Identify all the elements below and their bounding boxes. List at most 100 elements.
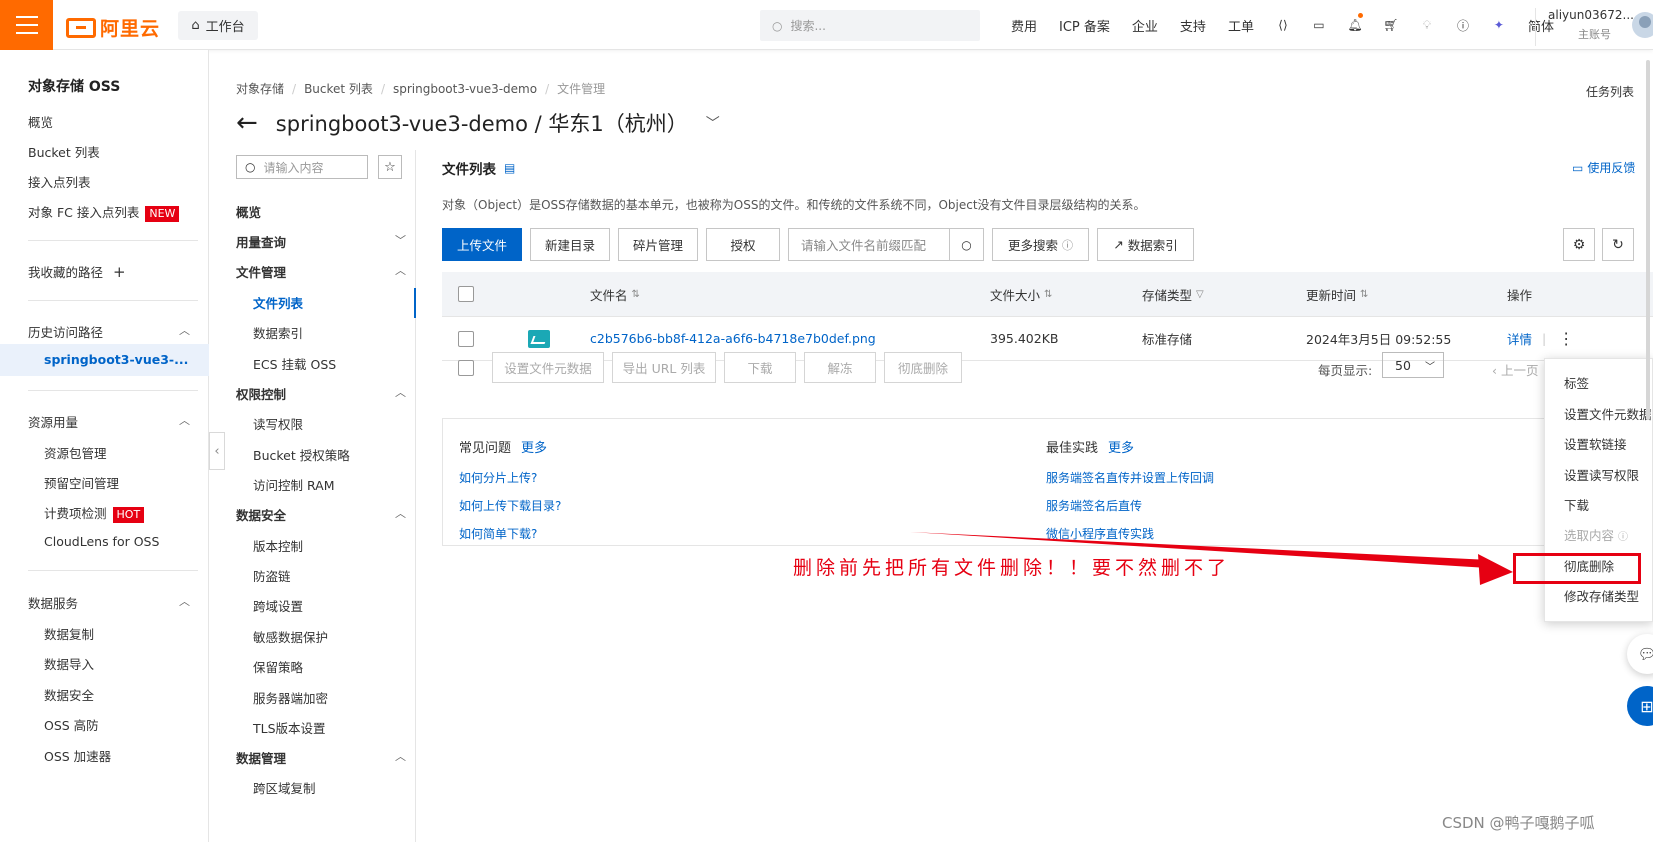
sidebar-item-overview[interactable]: 概览 <box>28 112 53 131</box>
bucket-nav-retention[interactable]: 保留策略 <box>253 657 303 676</box>
bucket-nav-data-index[interactable]: 数据索引 <box>253 323 303 342</box>
menu-icon[interactable] <box>0 0 53 50</box>
bucket-nav-encryption[interactable]: 服务器端加密 <box>253 688 328 707</box>
settings-icon[interactable]: ⚙ <box>1563 228 1595 261</box>
bucket-nav-rw-perm[interactable]: 读写权限 <box>253 414 303 433</box>
breadcrumb-item[interactable]: 对象存储 <box>236 80 284 97</box>
bucket-nav-hotlink[interactable]: 防盗链 <box>253 566 291 585</box>
prev-page-button[interactable]: ‹ 上一页 <box>1492 360 1539 379</box>
star-icon[interactable]: ☆ <box>378 155 402 179</box>
authorize-button[interactable]: 授权 <box>706 228 780 261</box>
bucket-nav-tls[interactable]: TLS版本设置 <box>253 718 326 737</box>
bulk-export-url-button[interactable]: 导出 URL 列表 <box>612 352 716 383</box>
menu-item-change-storage[interactable]: 修改存储类型 <box>1564 586 1639 605</box>
best-practice-link[interactable]: 服务端签名后直传 <box>1046 497 1142 514</box>
header-size[interactable]: 文件大小 ⇅ <box>990 272 1052 316</box>
new-directory-button[interactable]: 新建目录 <box>530 228 610 261</box>
back-arrow-icon[interactable]: ← <box>236 110 258 136</box>
select-all-checkbox[interactable] <box>458 272 474 316</box>
per-page-select[interactable]: 50 ﹀ <box>1382 352 1444 378</box>
chevron-down-icon[interactable]: ﹀ <box>706 113 720 133</box>
bucket-nav-file-list[interactable]: 文件列表 <box>253 293 303 312</box>
plus-icon[interactable]: + <box>113 263 126 281</box>
sidebar-item-oss-ddos[interactable]: OSS 高防 <box>44 715 99 734</box>
sidebar-item-access-points[interactable]: 接入点列表 <box>28 172 91 191</box>
sidebar-item-packages[interactable]: 资源包管理 <box>44 443 107 462</box>
bucket-nav-versioning[interactable]: 版本控制 <box>253 536 303 555</box>
sidebar-collapse-button[interactable]: ‹ <box>209 432 225 470</box>
code-icon[interactable]: ⟨⟩ <box>1265 0 1301 50</box>
bucket-nav-cors[interactable]: 跨域设置 <box>253 596 303 615</box>
bell-icon[interactable]: 🔔︎ <box>1337 0 1373 50</box>
bucket-nav-file-mgmt[interactable]: 文件管理 ︿ <box>236 262 406 281</box>
bulk-select-checkbox[interactable] <box>458 352 474 383</box>
bucket-nav-search-input[interactable]: ○ 请输入内容 <box>236 155 368 179</box>
breadcrumb-item[interactable]: Bucket 列表 <box>304 80 373 97</box>
bucket-nav-ecs-mount[interactable]: ECS 挂载 OSS <box>253 354 336 373</box>
best-practice-more-link[interactable]: 更多 <box>1108 441 1134 456</box>
bulb-icon[interactable]: 💡︎ <box>1409 0 1445 50</box>
help-icon[interactable]: ⓘ <box>1445 0 1481 50</box>
aliyun-logo[interactable]: 阿里云 <box>66 14 160 41</box>
sidebar-item-data-security[interactable]: 数据安全 <box>44 685 94 704</box>
data-index-button[interactable]: ↗ 数据索引 <box>1097 228 1194 261</box>
top-link-fees[interactable]: 费用 <box>1000 16 1048 35</box>
faq-link[interactable]: 如何简单下载? <box>459 525 537 542</box>
sidebar-section-resources[interactable]: 资源用量 ︿ <box>28 412 190 431</box>
breadcrumb-item[interactable]: springboot3-vue3-demo <box>393 82 537 96</box>
bucket-nav-security[interactable]: 数据安全 ︿ <box>236 505 406 524</box>
sidebar-item-billing-check[interactable]: 计费项检测 HOT <box>44 503 145 523</box>
more-vertical-icon[interactable]: ⋮ <box>1558 329 1574 348</box>
menu-item-acl[interactable]: 设置读写权限 <box>1564 465 1639 484</box>
sidebar-item-fc-access-points[interactable]: 对象 FC 接入点列表 NEW <box>28 202 180 222</box>
terminal-icon[interactable]: ▭ <box>1301 0 1337 50</box>
menu-item-download[interactable]: 下载 <box>1564 495 1589 514</box>
top-link-support[interactable]: 支持 <box>1169 16 1217 35</box>
sidebar-item-data-import[interactable]: 数据导入 <box>44 654 94 673</box>
global-search-input[interactable]: ○ 搜索... <box>760 10 980 41</box>
bulk-set-metadata-button[interactable]: 设置文件元数据 <box>492 352 604 383</box>
sidebar-section-data-services[interactable]: 数据服务 ︿ <box>28 593 190 612</box>
bulk-download-button[interactable]: 下载 <box>724 352 796 383</box>
sidebar-item-bucket-list[interactable]: Bucket 列表 <box>28 142 100 161</box>
menu-item-tags[interactable]: 标签 <box>1564 373 1589 392</box>
scrollbar[interactable] <box>1646 60 1650 420</box>
header-updated[interactable]: 更新时间 ⇅ <box>1306 272 1368 316</box>
faq-more-link[interactable]: 更多 <box>521 441 547 456</box>
menu-item-symlink[interactable]: 设置软链接 <box>1564 434 1627 453</box>
bucket-nav-overview[interactable]: 概览 <box>236 202 406 221</box>
more-search-button[interactable]: 更多搜索 ⓘ <box>992 228 1089 261</box>
bulk-delete-button[interactable]: 彻底删除 <box>884 352 962 383</box>
top-link-icp[interactable]: ICP 备案 <box>1048 16 1121 35</box>
bucket-nav-bucket-policy[interactable]: Bucket 授权策略 <box>253 445 350 464</box>
details-link[interactable]: 详情 <box>1507 329 1532 348</box>
upload-button[interactable]: 上传文件 <box>442 228 522 261</box>
header-storage-type[interactable]: 存储类型 ▽ <box>1142 272 1204 316</box>
top-link-ticket[interactable]: 工单 <box>1217 16 1265 35</box>
best-practice-link[interactable]: 微信小程序直传实践 <box>1046 525 1154 542</box>
sidebar-item-oss-accelerator[interactable]: OSS 加速器 <box>44 746 111 765</box>
sidebar-item-reserved[interactable]: 预留空间管理 <box>44 473 119 492</box>
bucket-nav-permissions[interactable]: 权限控制 ︿ <box>236 384 406 403</box>
prefix-filter-input[interactable]: 请输入文件名前缀匹配 ○ <box>788 228 984 261</box>
feedback-link[interactable]: ▭ 使用反馈 <box>1572 159 1635 176</box>
workbench-button[interactable]: ⌂ 工作台 <box>178 11 258 40</box>
header-filename[interactable]: 文件名 ⇅ <box>590 272 640 316</box>
sidebar-item-cloudlens[interactable]: CloudLens for OSS <box>44 534 159 549</box>
bucket-nav-sensitive-data[interactable]: 敏感数据保护 <box>253 627 328 646</box>
assistant-icon[interactable]: ✦ <box>1481 0 1517 50</box>
faq-link[interactable]: 如何分片上传? <box>459 469 537 486</box>
bucket-nav-usage[interactable]: 用量查询 ﹀ <box>236 232 406 251</box>
sidebar-section-history[interactable]: 历史访问路径 ︿ <box>28 322 190 341</box>
bucket-nav-crr[interactable]: 跨区域复制 <box>253 778 316 797</box>
faq-link[interactable]: 如何上传下载目录? <box>459 497 561 514</box>
sidebar-item-data-replication[interactable]: 数据复制 <box>44 624 94 643</box>
bulk-restore-button[interactable]: 解冻 <box>804 352 876 383</box>
doc-icon[interactable]: ▤ <box>504 161 515 175</box>
refresh-icon[interactable]: ↻ <box>1602 228 1634 261</box>
avatar[interactable] <box>1632 12 1653 38</box>
task-list-link[interactable]: 任务列表 <box>1586 83 1634 100</box>
search-icon[interactable]: ○ <box>949 229 983 260</box>
sidebar-item-favorites[interactable]: 我收藏的路径 + <box>28 262 190 281</box>
cart-icon[interactable]: 🛒︎ <box>1373 0 1409 50</box>
